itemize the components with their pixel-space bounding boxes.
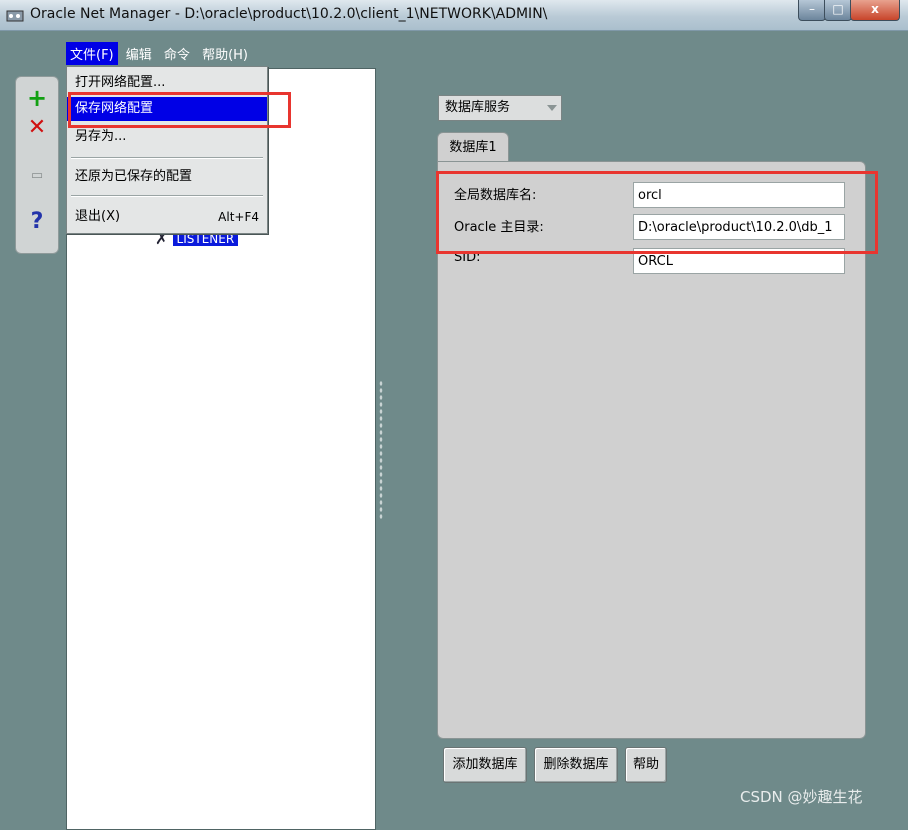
vertical-toolbar: + ✕ ▭ ? [15,76,59,254]
add-database-button[interactable]: 添加数据库 [443,747,527,783]
menu-save-as[interactable]: 另存为... [67,125,267,149]
menu-item-label: 退出(X) [75,209,121,224]
menu-shortcut: Alt+F4 [218,210,259,224]
service-type-select[interactable]: 数据库服务 [438,95,562,121]
help-button[interactable]: 帮助 [625,747,667,783]
menu-item-label: 另存为... [75,129,127,144]
menu-separator [71,195,263,197]
app-icon [6,10,24,22]
add-icon[interactable]: + [26,86,48,110]
remove-icon[interactable]: ✕ [26,117,48,139]
annotation-box-fields [436,171,878,254]
menu-bar: 文件(F) 编辑 命令 帮助(H) [66,42,252,65]
test-icon[interactable]: ▭ [26,165,48,187]
watermark: CSDN @妙趣生花 [740,788,863,806]
menu-separator [71,157,263,159]
menu-help[interactable]: 帮助(H) [198,42,252,65]
minimize-button[interactable]: – [798,0,826,21]
pane-splitter[interactable] [379,380,383,520]
close-button[interactable]: x [850,0,900,21]
remove-database-button[interactable]: 删除数据库 [534,747,618,783]
menu-item-label: 还原为已保存的配置 [75,169,193,184]
menu-revert-to-saved[interactable]: 还原为已保存的配置 [67,165,267,189]
chevron-down-icon [547,105,557,111]
window-title: Oracle Net Manager - D:\oracle\product\1… [30,6,548,22]
menu-command[interactable]: 命令 [160,42,194,65]
annotation-box-save [68,92,291,128]
title-bar: Oracle Net Manager - D:\oracle\product\1… [0,0,908,31]
help-icon[interactable]: ? [26,211,48,233]
tab-database1[interactable]: 数据库1 [437,132,509,163]
menu-file[interactable]: 文件(F) [66,42,118,65]
select-value: 数据库服务 [445,100,511,115]
maximize-button[interactable]: □ [824,0,852,21]
menu-edit[interactable]: 编辑 [122,42,156,65]
menu-exit[interactable]: 退出(X) Alt+F4 [67,205,267,229]
